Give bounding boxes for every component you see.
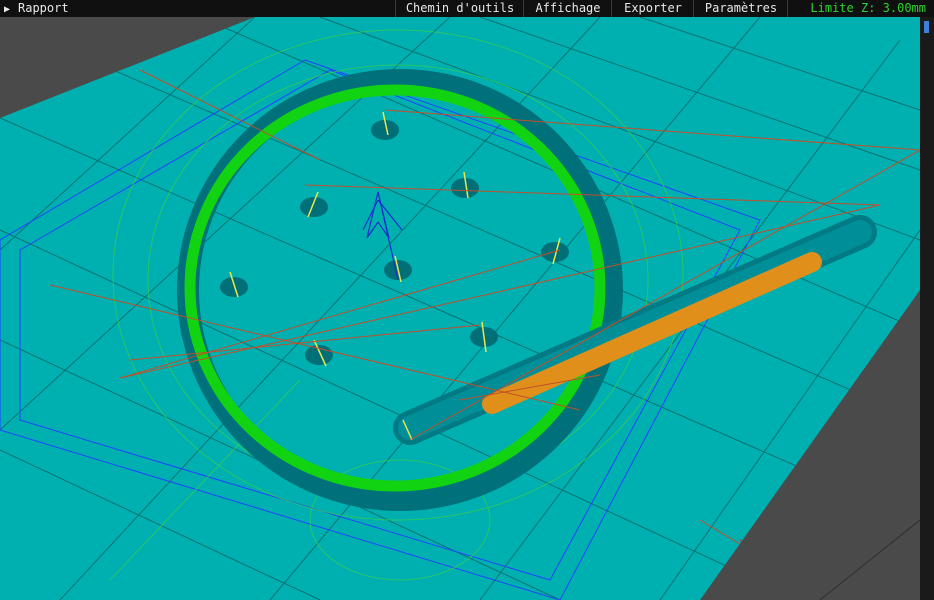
report-label: Rapport [18, 1, 69, 15]
z-limit-readout: Limite Z: 3.00mm [787, 0, 934, 17]
vertical-scrollbar[interactable] [920, 17, 934, 600]
menu-export[interactable]: Exporter [611, 0, 694, 17]
menu-toolpath[interactable]: Chemin d'outils [395, 0, 524, 17]
3d-viewport[interactable] [0, 17, 920, 600]
scroll-thumb[interactable] [924, 21, 929, 33]
triangle-right-icon: ▶ [4, 4, 11, 15]
menu-view[interactable]: Affichage [523, 0, 612, 17]
app-window: ▶ Rapport Chemin d'outils Affichage Expor… [0, 0, 934, 600]
menu-bar: ▶ Rapport Chemin d'outils Affichage Expor… [0, 0, 934, 17]
menu-settings[interactable]: Paramètres [693, 0, 788, 17]
report-toggle[interactable]: ▶ Rapport [4, 0, 69, 17]
